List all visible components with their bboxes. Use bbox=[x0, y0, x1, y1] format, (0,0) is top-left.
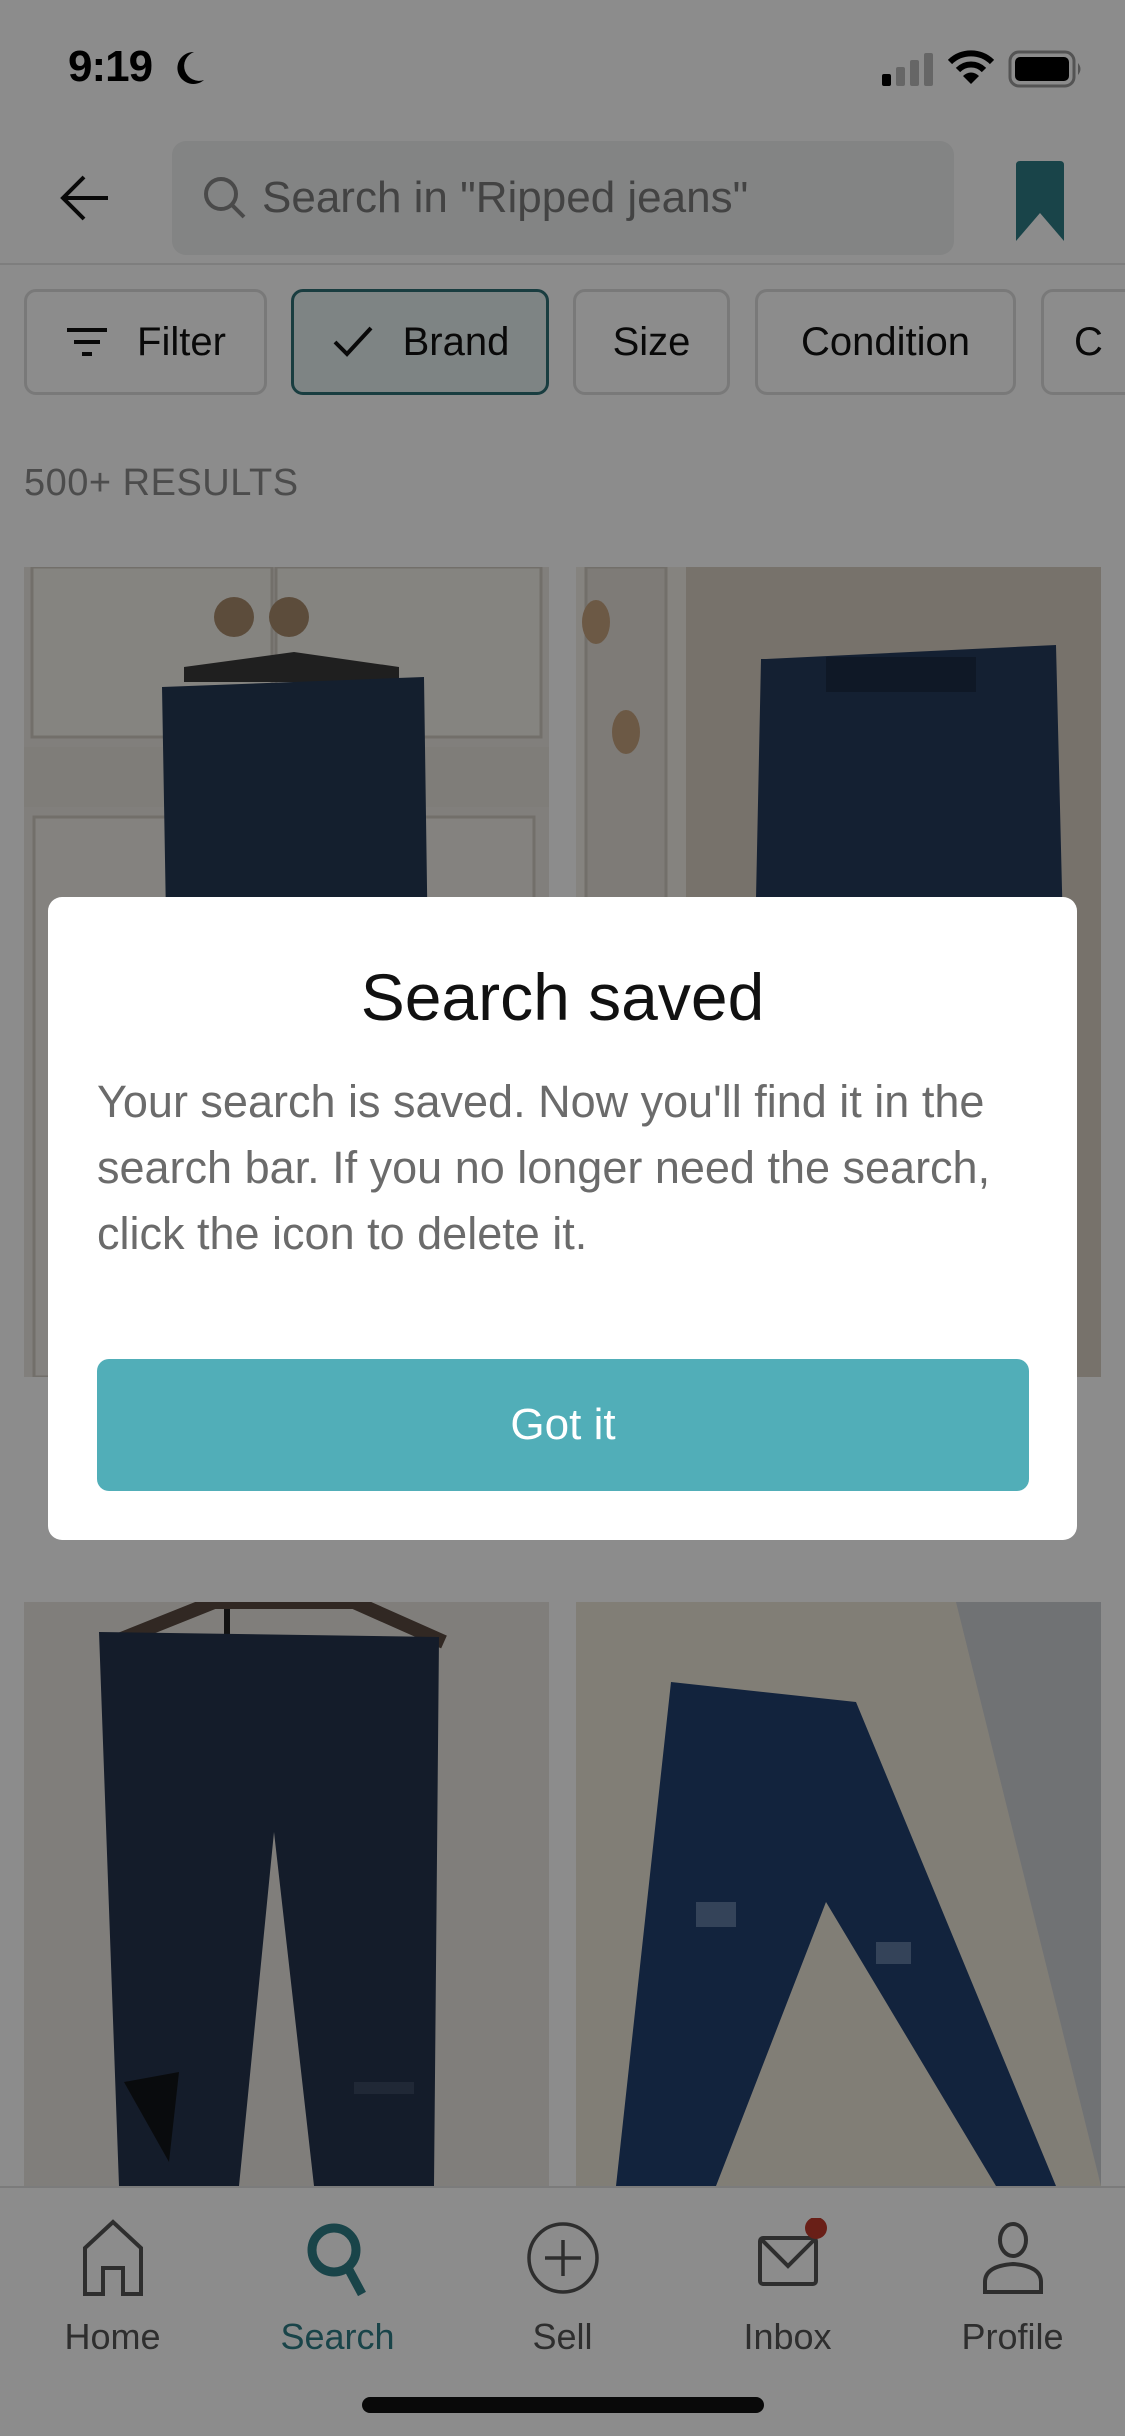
dialog-message: Your search is saved. Now you'll find it… bbox=[97, 1076, 991, 1259]
dialog-title: Search saved bbox=[360, 960, 765, 1034]
search-saved-dialog: Search saved Your search is saved. Now y… bbox=[48, 897, 1077, 1540]
got-it-button[interactable]: Got it bbox=[97, 1359, 1029, 1491]
search-results-screen: 9:19 Search in "Ripped jeans" Filter Bra… bbox=[0, 0, 1125, 2436]
